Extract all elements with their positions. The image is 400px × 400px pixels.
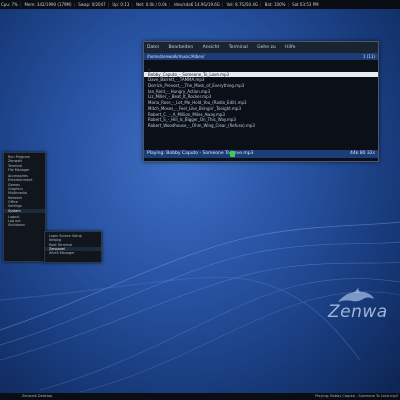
menu-hilfe[interactable]: Hilfe xyxy=(285,45,295,50)
current-path-bar: /home/zenwalk/music/Alben/ 1 (11) xyxy=(144,53,378,60)
status-item: /dev/sda6 14.9G/19.6G xyxy=(173,2,220,7)
status-item: Cpu: 7% xyxy=(1,2,18,7)
taskbar: Zenwalk Desktop Playing: Bobby Caputo - … xyxy=(0,393,400,400)
menu-datei[interactable]: Datei xyxy=(147,45,159,50)
menu-item-shutdown[interactable]: Shutdown xyxy=(4,223,45,227)
status-item: Swap: 0/2047 xyxy=(78,2,106,7)
main-menu: Run Program Zenwalk Terminal File Manage… xyxy=(3,152,46,262)
taskbar-desktop-label[interactable]: Zenwalk Desktop xyxy=(22,393,52,400)
terminal-menubar: Datei Bearbeiten Ansicht Terminal Gehe z… xyxy=(144,42,378,53)
status-item: Sat 03:53 PM xyxy=(292,2,319,7)
file-count: 1 (11) xyxy=(362,54,375,59)
status-item: Mem: 342/1990 (179M) xyxy=(24,2,72,7)
status-item: Bat: 100% xyxy=(264,2,286,7)
track-info: 44k 80 32s xyxy=(350,151,375,156)
status-item: Net: 0.0k / 0.0k xyxy=(136,2,167,7)
zenwalk-logo: Zenwa xyxy=(328,302,388,322)
status-item: Up: 0:13 xyxy=(112,2,130,7)
terminal-cursor xyxy=(230,151,235,157)
file-row[interactable]: Robert_Woodhouse_-_Ohm_Wing_Clear_(Refus… xyxy=(144,123,378,129)
now-playing: Playing: Bobby Caputo - Someone To Love.… xyxy=(147,151,254,156)
file-list: .. Bobby_Caputo_-_Someone_To_Love.mp3 Da… xyxy=(144,60,378,129)
status-item: Vol: 8.7G/50.4G xyxy=(226,2,258,7)
menu-gehe-zu[interactable]: Gehe zu xyxy=(257,45,276,50)
system-submenu: Login Screen Setup Netpkg Root Terminal … xyxy=(44,231,102,263)
taskbar-now-playing: Playing: Bobby Caputo - Someone To Love.… xyxy=(315,394,398,398)
current-path: /home/zenwalk/music/Alben/ xyxy=(147,54,205,59)
menu-bearbeiten[interactable]: Bearbeiten xyxy=(168,45,193,50)
submenu-item-xfce4-manager[interactable]: Xfce4 Manager xyxy=(45,251,101,255)
menu-ansicht[interactable]: Ansicht xyxy=(203,45,220,50)
menu-terminal[interactable]: Terminal xyxy=(229,45,248,50)
player-status-bar: Playing: Bobby Caputo - Someone To Love.… xyxy=(144,150,378,158)
terminal-window[interactable]: Datei Bearbeiten Ansicht Terminal Gehe z… xyxy=(143,41,379,162)
system-status-bar: Cpu: 7% | Mem: 342/1990 (179M) | Swap: 0/2… xyxy=(0,0,400,9)
